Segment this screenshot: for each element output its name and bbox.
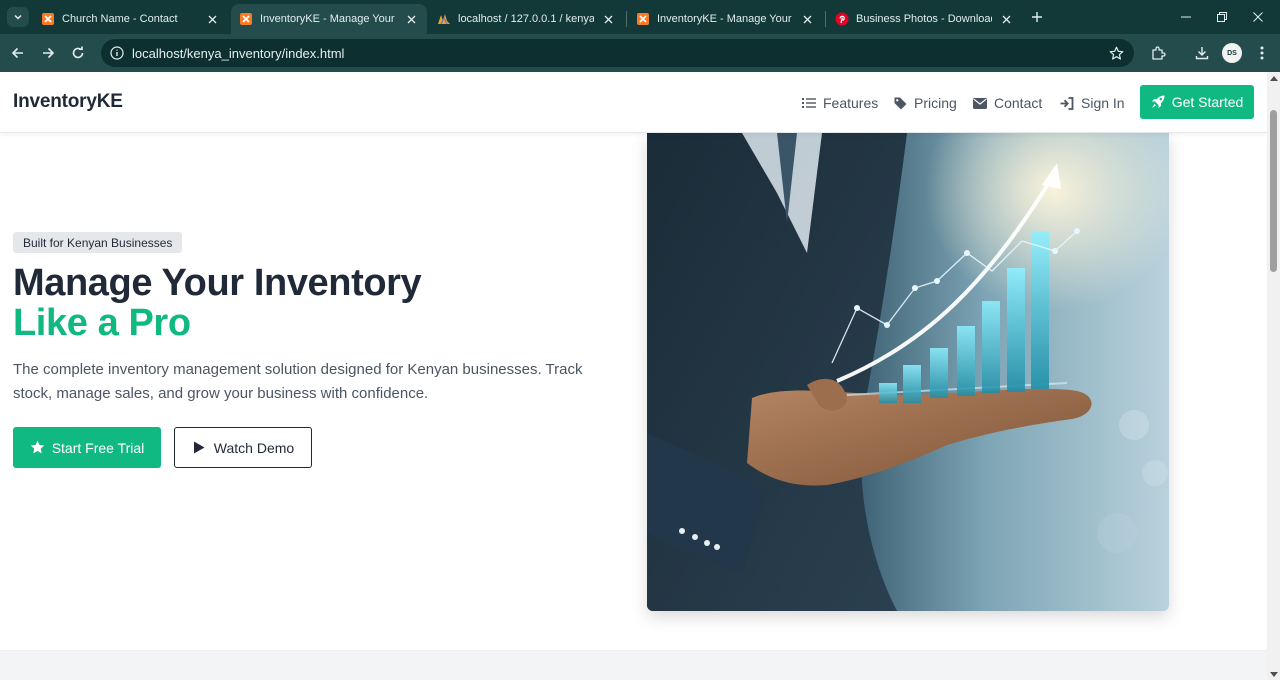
kebab-menu-icon — [1260, 46, 1264, 60]
tab-title: localhost / 127.0.0.1 / kenya_in — [458, 13, 594, 25]
tab-title: Business Photos - Download Fr — [856, 13, 992, 25]
scroll-up-arrow-icon[interactable] — [1270, 76, 1278, 81]
nav-link-features[interactable]: Features — [802, 94, 878, 112]
bookmark-star-icon[interactable] — [1108, 45, 1124, 61]
xampp-icon — [239, 12, 253, 26]
hero-image — [647, 133, 1169, 611]
site-navbar: InventoryKE Features Pricing Contact Sig… — [0, 72, 1267, 133]
site-info-icon[interactable] — [110, 46, 124, 60]
tab-search-button[interactable] — [7, 7, 29, 27]
new-tab-button[interactable] — [1027, 8, 1047, 26]
pinterest-icon — [835, 12, 849, 26]
download-icon — [1195, 47, 1209, 60]
profile-avatar[interactable]: DS — [1222, 43, 1242, 63]
browser-tab[interactable]: InventoryKE - Manage Your Inv — [628, 4, 823, 34]
close-icon — [1253, 12, 1263, 22]
star-icon — [30, 440, 45, 455]
site-logo[interactable]: InventoryKE — [13, 91, 123, 113]
watch-demo-button[interactable]: Watch Demo — [174, 427, 312, 468]
hero-headline-line2: Like a Pro — [13, 302, 191, 344]
address-bar[interactable]: localhost/kenya_inventory/index.html — [101, 39, 1134, 67]
page-scrollbar[interactable] — [1267, 72, 1280, 680]
nav-link-contact[interactable]: Contact — [973, 94, 1042, 112]
nav-link-label: Features — [823, 95, 879, 111]
tab-title: InventoryKE - Manage Your Inv — [657, 13, 793, 25]
plus-icon — [1032, 12, 1042, 22]
phpmyadmin-icon — [437, 12, 451, 26]
nav-link-label: Sign In — [1081, 95, 1125, 111]
browser-tab[interactable]: Church Name - Contact — [33, 4, 228, 34]
browser-tab[interactable]: Business Photos - Download Fr — [827, 4, 1022, 34]
start-free-trial-button[interactable]: Start Free Trial — [13, 427, 161, 468]
tag-icon — [893, 96, 907, 110]
back-button[interactable] — [7, 42, 29, 64]
restore-icon — [1217, 12, 1227, 22]
nav-link-pricing[interactable]: Pricing — [893, 94, 957, 112]
hero-section: Built for Kenyan Businesses Manage Your … — [0, 133, 1267, 650]
xampp-icon — [41, 12, 55, 26]
get-started-button[interactable]: Get Started — [1140, 85, 1254, 119]
rocket-icon — [1151, 95, 1165, 109]
sign-in-icon — [1060, 96, 1074, 110]
page-viewport: InventoryKE Features Pricing Contact Sig… — [0, 72, 1267, 680]
nav-link-label: Contact — [994, 95, 1043, 111]
close-icon[interactable] — [998, 15, 1014, 24]
reload-icon — [72, 46, 84, 59]
nav-link-label: Pricing — [914, 95, 957, 111]
close-window-button[interactable] — [1246, 8, 1270, 26]
reload-button[interactable] — [67, 42, 89, 64]
hero-badge: Built for Kenyan Businesses — [13, 232, 183, 253]
tab-separator — [825, 11, 826, 27]
list-icon — [802, 96, 816, 110]
browser-tab-active[interactable]: InventoryKE - Manage Your Inv — [231, 4, 427, 34]
chevron-down-icon — [14, 14, 22, 20]
hero-headline: Manage Your Inventory Like a Pro — [13, 263, 613, 343]
arrow-right-icon — [43, 47, 55, 59]
tab-title: InventoryKE - Manage Your Inv — [260, 13, 397, 25]
browser-tab[interactable]: localhost / 127.0.0.1 / kenya_in — [429, 4, 624, 34]
tab-title: Church Name - Contact — [62, 13, 178, 25]
nav-link-sign-in[interactable]: Sign In — [1060, 94, 1125, 112]
puzzle-icon — [1152, 46, 1166, 60]
play-icon — [192, 440, 207, 455]
watch-demo-label: Watch Demo — [213, 439, 295, 456]
minimize-button[interactable] — [1174, 8, 1198, 26]
features-section-preview — [0, 650, 1267, 680]
close-icon[interactable] — [600, 15, 616, 24]
browser-menu-button[interactable] — [1252, 43, 1272, 63]
restore-button[interactable] — [1210, 8, 1234, 26]
close-icon[interactable] — [799, 15, 815, 24]
close-icon[interactable] — [204, 15, 220, 24]
scrollbar-thumb[interactable] — [1270, 110, 1277, 272]
arrow-left-icon — [11, 47, 23, 59]
browser-tab-strip: Church Name - Contact InventoryKE - Mana… — [0, 0, 1280, 34]
extensions-button[interactable] — [1148, 43, 1168, 63]
browser-toolbar: localhost/kenya_inventory/index.html DS — [0, 34, 1280, 72]
xampp-icon — [636, 12, 650, 26]
hero-lead-text: The complete inventory management soluti… — [13, 361, 583, 402]
forward-button[interactable] — [37, 42, 59, 64]
get-started-label: Get Started — [1171, 94, 1244, 110]
url-text[interactable]: localhost/kenya_inventory/index.html — [132, 46, 344, 61]
scroll-down-arrow-icon[interactable] — [1270, 672, 1278, 677]
downloads-button[interactable] — [1192, 43, 1212, 63]
close-icon[interactable] — [403, 15, 419, 24]
hero-headline-line1: Manage Your Inventory — [13, 262, 422, 304]
tab-separator — [626, 11, 627, 27]
envelope-icon — [973, 96, 987, 110]
business-growth-illustration — [647, 133, 1169, 611]
minimize-icon — [1181, 16, 1191, 18]
start-free-trial-label: Start Free Trial — [51, 439, 145, 456]
